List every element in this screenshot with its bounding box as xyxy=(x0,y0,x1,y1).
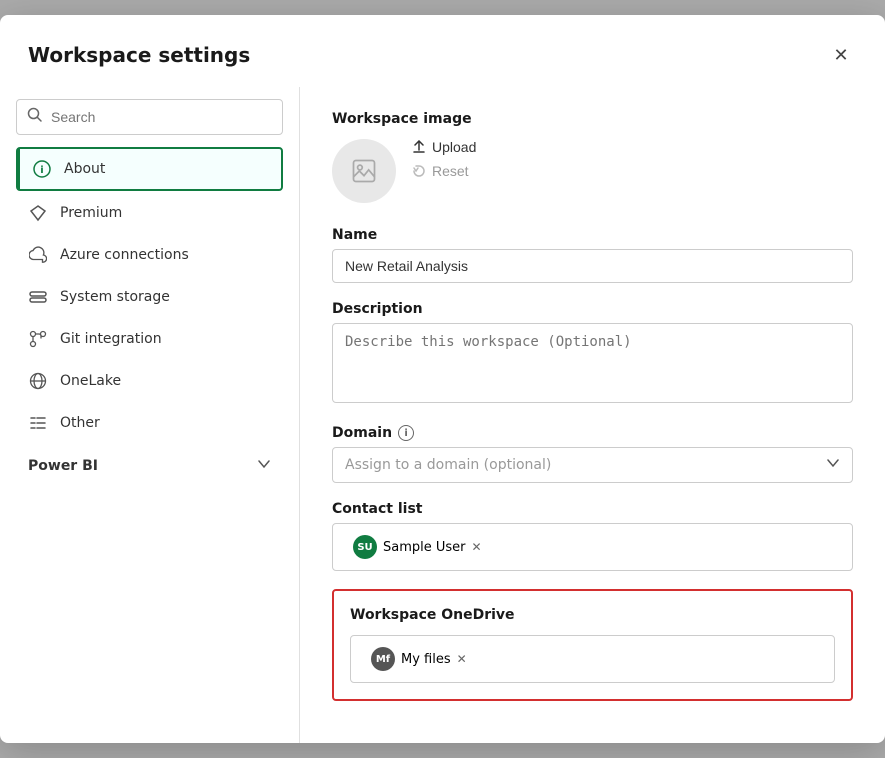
workspace-image-row: Upload Reset xyxy=(332,139,853,203)
domain-label: Domain i xyxy=(332,425,853,441)
contact-chip: SU Sample User ✕ xyxy=(345,532,490,562)
description-label: Description xyxy=(332,301,853,317)
workspace-settings-modal: Workspace settings ✕ xyxy=(0,15,885,743)
nav-item-azure[interactable]: Azure connections xyxy=(16,235,283,275)
nav-label-storage: System storage xyxy=(60,289,170,305)
search-icon xyxy=(27,107,43,127)
nav-item-about[interactable]: i About xyxy=(16,147,283,191)
onedrive-chip: Mf My files ✕ xyxy=(363,644,475,674)
contact-remove-button[interactable]: ✕ xyxy=(472,540,482,554)
onedrive-title: Workspace OneDrive xyxy=(350,607,835,623)
onedrive-container[interactable]: Mf My files ✕ xyxy=(350,635,835,683)
nav-item-other[interactable]: Other xyxy=(16,403,283,443)
other-icon xyxy=(28,413,48,433)
chevron-down-icon xyxy=(826,456,840,474)
search-box[interactable] xyxy=(16,99,283,135)
chevron-down-icon xyxy=(257,457,271,475)
domain-select[interactable]: Assign to a domain (optional) xyxy=(332,447,853,483)
description-input[interactable] xyxy=(332,323,853,403)
upload-label: Upload xyxy=(432,139,476,155)
close-icon: ✕ xyxy=(833,45,848,66)
modal-title: Workspace settings xyxy=(28,43,250,67)
git-icon xyxy=(28,329,48,349)
svg-text:i: i xyxy=(40,165,43,176)
nav-item-premium[interactable]: Premium xyxy=(16,193,283,233)
nav-label-azure: Azure connections xyxy=(60,247,189,263)
nav-item-git[interactable]: Git integration xyxy=(16,319,283,359)
sidebar: i About Premium xyxy=(0,87,300,743)
nav-label-onelake: OneLake xyxy=(60,373,121,389)
onedrive-file-label: My files xyxy=(401,652,451,667)
upload-reset-group: Upload Reset xyxy=(412,139,476,179)
nav-label-premium: Premium xyxy=(60,205,122,221)
power-bi-label: Power BI xyxy=(28,458,98,474)
contact-avatar: SU xyxy=(353,535,377,559)
contact-name: Sample User xyxy=(383,540,466,555)
upload-button[interactable]: Upload xyxy=(412,139,476,155)
onedrive-remove-button[interactable]: ✕ xyxy=(457,652,467,666)
nav-label-about: About xyxy=(64,161,105,177)
info-icon: i xyxy=(32,159,52,179)
cloud-icon xyxy=(28,245,48,265)
name-label: Name xyxy=(332,227,853,243)
nav-item-storage[interactable]: System storage xyxy=(16,277,283,317)
nav-label-other: Other xyxy=(60,415,100,431)
reset-label: Reset xyxy=(432,163,469,179)
modal-header: Workspace settings ✕ xyxy=(0,15,885,87)
domain-info-icon[interactable]: i xyxy=(398,425,414,441)
nav-label-git: Git integration xyxy=(60,331,162,347)
contact-list-container[interactable]: SU Sample User ✕ xyxy=(332,523,853,571)
domain-placeholder: Assign to a domain (optional) xyxy=(345,457,551,473)
diamond-icon xyxy=(28,203,48,223)
name-input[interactable] xyxy=(332,249,853,283)
power-bi-section[interactable]: Power BI xyxy=(16,445,283,483)
close-button[interactable]: ✕ xyxy=(825,39,857,71)
reset-button[interactable]: Reset xyxy=(412,163,476,179)
nav-item-onelake[interactable]: OneLake xyxy=(16,361,283,401)
onelake-icon xyxy=(28,371,48,391)
workspace-image-label: Workspace image xyxy=(332,111,853,127)
contact-list-label: Contact list xyxy=(332,501,853,517)
storage-icon xyxy=(28,287,48,307)
workspace-onedrive-section: Workspace OneDrive Mf My files ✕ xyxy=(332,589,853,701)
modal-body: i About Premium xyxy=(0,87,885,743)
content-area: Workspace image xyxy=(300,87,885,743)
search-input[interactable] xyxy=(51,109,272,125)
workspace-image-placeholder xyxy=(332,139,396,203)
onedrive-avatar: Mf xyxy=(371,647,395,671)
